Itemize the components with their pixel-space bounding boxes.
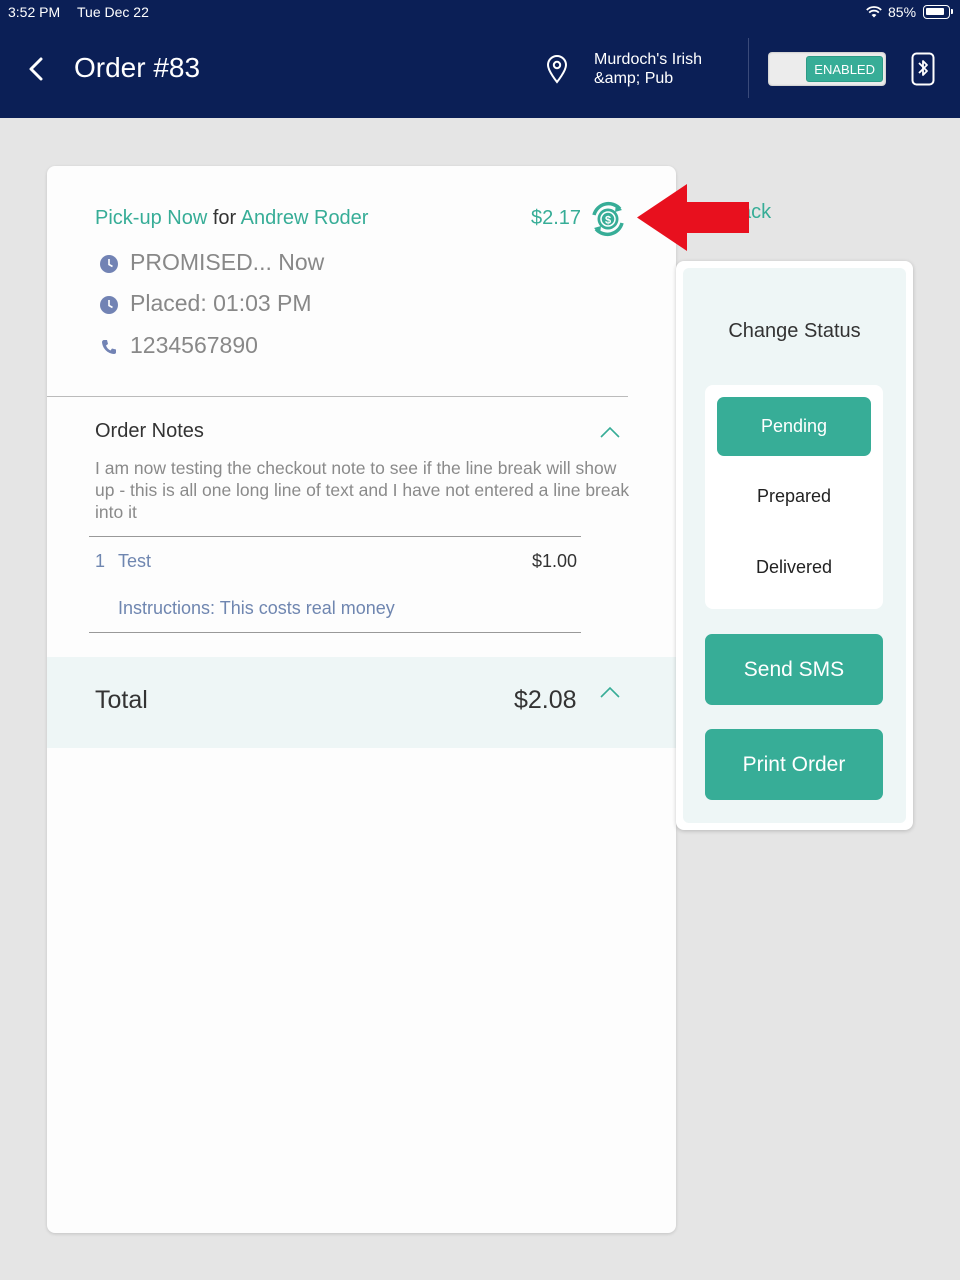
system-status-bar: 3:52 PM Tue Dec 22 85% — [0, 0, 960, 24]
page-title: Order #83 — [74, 52, 201, 83]
header-divider — [748, 38, 749, 98]
order-card: Pick-up Now for Andrew Roder $2.17 $ PRO… — [47, 166, 676, 1233]
pickup-type: Pick-up Now — [95, 207, 208, 229]
item-instructions: Instructions: This costs real money — [118, 598, 395, 618]
battery-icon — [923, 5, 953, 19]
back-arrow-icon[interactable] — [22, 54, 52, 84]
location-name: Murdoch's Irish &amp; Pub — [594, 50, 702, 88]
change-status-panel: Change Status Pending Prepared Delivered… — [676, 261, 913, 830]
item-quantity: 1 — [95, 551, 106, 571]
enabled-toggle[interactable]: ENABLED — [768, 52, 886, 86]
refund-dollar-icon[interactable]: $ — [589, 200, 627, 238]
toggle-label: ENABLED — [806, 56, 883, 82]
order-notes-title: Order Notes — [95, 420, 204, 442]
divider — [89, 632, 581, 633]
clock-time: 3:52 PM — [8, 4, 61, 20]
item-name: Test — [118, 551, 152, 571]
location-pin-icon — [546, 55, 568, 84]
status-option-delivered[interactable]: Delivered — [717, 538, 871, 597]
location-line-1: Murdoch's Irish — [594, 51, 702, 68]
annotation-arrow-icon — [637, 184, 749, 251]
send-sms-button[interactable]: Send SMS — [705, 634, 883, 705]
clock-icon — [100, 255, 118, 273]
chevron-up-icon[interactable] — [599, 425, 621, 439]
app-header: Order #83 Murdoch's Irish &amp; Pub ENAB… — [0, 24, 960, 118]
item-price: $1.00 — [532, 551, 578, 571]
location-line-2: &amp; Pub — [594, 70, 674, 87]
chevron-up-icon[interactable] — [599, 685, 621, 699]
promised-time: PROMISED... Now — [130, 249, 325, 275]
customer-phone[interactable]: 1234567890 — [130, 332, 258, 359]
for-word: for — [212, 207, 237, 229]
divider — [47, 396, 628, 397]
clock-date: Tue Dec 22 — [77, 4, 149, 20]
print-order-button[interactable]: Print Order — [705, 729, 883, 800]
status-options: Pending Prepared Delivered — [705, 385, 883, 609]
status-option-prepared[interactable]: Prepared — [717, 467, 871, 526]
placed-time: Placed: 01:03 PM — [130, 290, 312, 316]
clock-icon — [100, 296, 118, 314]
total-label: Total — [95, 686, 148, 714]
total-section: Total $2.08 — [47, 657, 676, 748]
svg-text:$: $ — [605, 215, 611, 227]
customer-name: Andrew Roder — [240, 207, 369, 229]
divider — [89, 536, 581, 537]
order-amount: $2.17 — [531, 207, 582, 229]
battery-percent: 85% — [888, 4, 917, 20]
phone-icon — [102, 340, 116, 354]
order-summary-line: Pick-up Now for Andrew Roder — [95, 207, 368, 230]
change-status-title: Change Status — [728, 320, 861, 342]
order-notes-text: I am now testing the checkout note to se… — [95, 458, 630, 522]
total-value: $2.08 — [514, 686, 577, 714]
bluetooth-printer-icon[interactable] — [911, 52, 935, 86]
status-option-pending[interactable]: Pending — [717, 397, 871, 456]
wifi-icon — [866, 6, 882, 18]
